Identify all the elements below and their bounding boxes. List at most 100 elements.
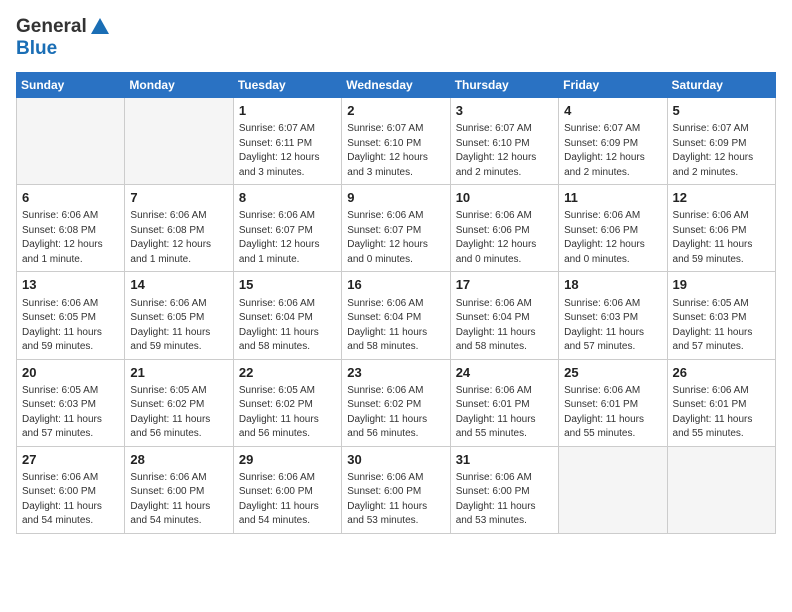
- day-detail: Sunrise: 6:06 AM Sunset: 6:04 PM Dayligh…: [347, 297, 444, 355]
- calendar-cell: 6 Sunrise: 6:06 AM Sunset: 6:08 PM Daylig…: [17, 185, 125, 272]
- day-detail: Sunrise: 6:07 AM Sunset: 6:09 PM Dayligh…: [673, 122, 770, 180]
- day-number: 13: [22, 276, 119, 294]
- calendar-cell: 17 Sunrise: 6:06 AM Sunset: 6:04 PM Dayli…: [450, 272, 558, 359]
- day-number: 7: [130, 189, 227, 207]
- day-detail: Sunrise: 6:07 AM Sunset: 6:11 PM Dayligh…: [239, 122, 336, 180]
- day-number: 11: [564, 189, 661, 207]
- day-number: 29: [239, 451, 336, 469]
- day-detail: Sunrise: 6:06 AM Sunset: 6:01 PM Dayligh…: [456, 384, 553, 442]
- day-number: 23: [347, 364, 444, 382]
- calendar-cell: 23 Sunrise: 6:06 AM Sunset: 6:02 PM Dayli…: [342, 359, 450, 446]
- day-number: 5: [673, 102, 770, 120]
- calendar-week-2: 6 Sunrise: 6:06 AM Sunset: 6:08 PM Daylig…: [17, 185, 776, 272]
- day-number: 18: [564, 276, 661, 294]
- day-number: 31: [456, 451, 553, 469]
- weekday-header-friday: Friday: [559, 73, 667, 98]
- calendar-cell: [667, 446, 775, 533]
- day-number: 14: [130, 276, 227, 294]
- calendar-cell: 20 Sunrise: 6:05 AM Sunset: 6:03 PM Dayli…: [17, 359, 125, 446]
- weekday-header-thursday: Thursday: [450, 73, 558, 98]
- day-detail: Sunrise: 6:06 AM Sunset: 6:04 PM Dayligh…: [456, 297, 553, 355]
- day-detail: Sunrise: 6:06 AM Sunset: 6:00 PM Dayligh…: [130, 471, 227, 529]
- page-header: General Blue: [16, 16, 776, 60]
- day-number: 17: [456, 276, 553, 294]
- day-detail: Sunrise: 6:05 AM Sunset: 6:02 PM Dayligh…: [130, 384, 227, 442]
- day-detail: Sunrise: 6:06 AM Sunset: 6:06 PM Dayligh…: [456, 209, 553, 267]
- day-detail: Sunrise: 6:06 AM Sunset: 6:08 PM Dayligh…: [130, 209, 227, 267]
- day-detail: Sunrise: 6:06 AM Sunset: 6:06 PM Dayligh…: [564, 209, 661, 267]
- day-number: 21: [130, 364, 227, 382]
- day-number: 9: [347, 189, 444, 207]
- calendar-cell: 18 Sunrise: 6:06 AM Sunset: 6:03 PM Dayli…: [559, 272, 667, 359]
- day-number: 19: [673, 276, 770, 294]
- day-number: 8: [239, 189, 336, 207]
- day-detail: Sunrise: 6:06 AM Sunset: 6:04 PM Dayligh…: [239, 297, 336, 355]
- day-detail: Sunrise: 6:07 AM Sunset: 6:10 PM Dayligh…: [347, 122, 444, 180]
- calendar-cell: 26 Sunrise: 6:06 AM Sunset: 6:01 PM Dayli…: [667, 359, 775, 446]
- calendar-cell: 29 Sunrise: 6:06 AM Sunset: 6:00 PM Dayli…: [233, 446, 341, 533]
- weekday-header-wednesday: Wednesday: [342, 73, 450, 98]
- weekday-header-monday: Monday: [125, 73, 233, 98]
- logo-general: General: [16, 16, 87, 38]
- logo-icon: [89, 16, 111, 38]
- day-number: 26: [673, 364, 770, 382]
- day-detail: Sunrise: 6:07 AM Sunset: 6:09 PM Dayligh…: [564, 122, 661, 180]
- day-detail: Sunrise: 6:06 AM Sunset: 6:05 PM Dayligh…: [22, 297, 119, 355]
- calendar-cell: 14 Sunrise: 6:06 AM Sunset: 6:05 PM Dayli…: [125, 272, 233, 359]
- day-number: 28: [130, 451, 227, 469]
- weekday-header-tuesday: Tuesday: [233, 73, 341, 98]
- calendar-cell: 5 Sunrise: 6:07 AM Sunset: 6:09 PM Daylig…: [667, 98, 775, 185]
- calendar-cell: 19 Sunrise: 6:05 AM Sunset: 6:03 PM Dayli…: [667, 272, 775, 359]
- day-detail: Sunrise: 6:05 AM Sunset: 6:03 PM Dayligh…: [22, 384, 119, 442]
- day-number: 6: [22, 189, 119, 207]
- calendar-cell: 28 Sunrise: 6:06 AM Sunset: 6:00 PM Dayli…: [125, 446, 233, 533]
- calendar-cell: 9 Sunrise: 6:06 AM Sunset: 6:07 PM Daylig…: [342, 185, 450, 272]
- day-number: 22: [239, 364, 336, 382]
- calendar-cell: 21 Sunrise: 6:05 AM Sunset: 6:02 PM Dayli…: [125, 359, 233, 446]
- day-detail: Sunrise: 6:06 AM Sunset: 6:06 PM Dayligh…: [673, 209, 770, 267]
- day-number: 1: [239, 102, 336, 120]
- day-number: 3: [456, 102, 553, 120]
- day-detail: Sunrise: 6:06 AM Sunset: 6:00 PM Dayligh…: [347, 471, 444, 529]
- day-detail: Sunrise: 6:06 AM Sunset: 6:01 PM Dayligh…: [673, 384, 770, 442]
- day-detail: Sunrise: 6:06 AM Sunset: 6:00 PM Dayligh…: [239, 471, 336, 529]
- calendar-cell: 31 Sunrise: 6:06 AM Sunset: 6:00 PM Dayli…: [450, 446, 558, 533]
- day-detail: Sunrise: 6:06 AM Sunset: 6:01 PM Dayligh…: [564, 384, 661, 442]
- day-number: 30: [347, 451, 444, 469]
- day-number: 2: [347, 102, 444, 120]
- day-detail: Sunrise: 6:06 AM Sunset: 6:05 PM Dayligh…: [130, 297, 227, 355]
- day-detail: Sunrise: 6:06 AM Sunset: 6:00 PM Dayligh…: [456, 471, 553, 529]
- day-detail: Sunrise: 6:05 AM Sunset: 6:03 PM Dayligh…: [673, 297, 770, 355]
- day-detail: Sunrise: 6:07 AM Sunset: 6:10 PM Dayligh…: [456, 122, 553, 180]
- day-number: 24: [456, 364, 553, 382]
- calendar-cell: 3 Sunrise: 6:07 AM Sunset: 6:10 PM Daylig…: [450, 98, 558, 185]
- day-number: 12: [673, 189, 770, 207]
- calendar-cell: 24 Sunrise: 6:06 AM Sunset: 6:01 PM Dayli…: [450, 359, 558, 446]
- calendar-cell: 1 Sunrise: 6:07 AM Sunset: 6:11 PM Daylig…: [233, 98, 341, 185]
- day-detail: Sunrise: 6:06 AM Sunset: 6:03 PM Dayligh…: [564, 297, 661, 355]
- day-detail: Sunrise: 6:06 AM Sunset: 6:08 PM Dayligh…: [22, 209, 119, 267]
- day-number: 20: [22, 364, 119, 382]
- calendar-week-5: 27 Sunrise: 6:06 AM Sunset: 6:00 PM Dayli…: [17, 446, 776, 533]
- calendar-cell: 8Sunrise: 6:06 AM Sunset: 6:07 PM Daylig…: [233, 185, 341, 272]
- day-number: 15: [239, 276, 336, 294]
- calendar-cell: 13 Sunrise: 6:06 AM Sunset: 6:05 PM Dayli…: [17, 272, 125, 359]
- calendar-cell: 2 Sunrise: 6:07 AM Sunset: 6:10 PM Daylig…: [342, 98, 450, 185]
- day-detail: Sunrise: 6:06 AM Sunset: 6:02 PM Dayligh…: [347, 384, 444, 442]
- day-detail: Sunrise: 6:06 AM Sunset: 6:00 PM Dayligh…: [22, 471, 119, 529]
- calendar-week-3: 13 Sunrise: 6:06 AM Sunset: 6:05 PM Dayli…: [17, 272, 776, 359]
- calendar-cell: 22Sunrise: 6:05 AM Sunset: 6:02 PM Dayli…: [233, 359, 341, 446]
- day-number: 25: [564, 364, 661, 382]
- calendar-cell: [125, 98, 233, 185]
- day-number: 27: [22, 451, 119, 469]
- calendar-cell: 12 Sunrise: 6:06 AM Sunset: 6:06 PM Dayli…: [667, 185, 775, 272]
- day-number: 10: [456, 189, 553, 207]
- calendar-cell: [559, 446, 667, 533]
- weekday-header-sunday: Sunday: [17, 73, 125, 98]
- calendar-cell: 25 Sunrise: 6:06 AM Sunset: 6:01 PM Dayli…: [559, 359, 667, 446]
- day-detail: Sunrise: 6:06 AM Sunset: 6:07 PM Dayligh…: [347, 209, 444, 267]
- calendar-cell: 30 Sunrise: 6:06 AM Sunset: 6:00 PM Dayli…: [342, 446, 450, 533]
- weekday-header-saturday: Saturday: [667, 73, 775, 98]
- calendar-week-4: 20 Sunrise: 6:05 AM Sunset: 6:03 PM Dayli…: [17, 359, 776, 446]
- day-number: 4: [564, 102, 661, 120]
